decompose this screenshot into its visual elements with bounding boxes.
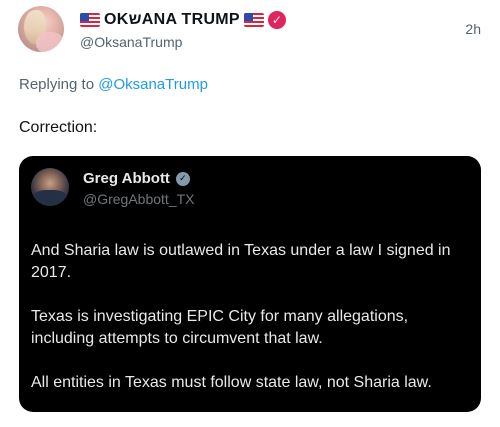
post-timestamp[interactable]: 2h <box>465 21 481 37</box>
quoted-author-name-row: Greg Abbott ✓ <box>83 170 190 187</box>
replying-to-label: Replying to <box>19 76 95 93</box>
replying-to: Replying to @OksanaTrump <box>19 76 208 93</box>
quoted-author-avatar[interactable] <box>31 168 69 206</box>
quoted-post-paragraph: And Sharia law is outlawed in Texas unde… <box>31 242 451 281</box>
quoted-post-paragraph: All entities in Texas must follow state … <box>31 374 432 391</box>
quoted-author-handle[interactable]: @GregAbbott_TX <box>83 191 195 207</box>
quoted-author-display-name[interactable]: Greg Abbott <box>83 170 170 187</box>
quoted-post-paragraph: Texas is investigating EPIC City for man… <box>31 308 409 347</box>
author-display-name[interactable]: OKשANA TRUMP <box>104 11 240 29</box>
author-handle[interactable]: @OksanaTrump <box>80 34 182 50</box>
quoted-post[interactable]: Greg Abbott ✓ @GregAbbott_TX And Sharia … <box>19 156 481 412</box>
government-badge-icon[interactable]: ✓ <box>175 171 190 186</box>
us-flag-icon <box>243 13 264 27</box>
post: OKשANA TRUMP ✓ @OksanaTrump 2h Replying … <box>0 0 500 427</box>
us-flag-icon <box>80 13 100 27</box>
quoted-post-body: And Sharia law is outlawed in Texas unde… <box>31 240 471 394</box>
author-avatar[interactable] <box>18 6 64 52</box>
post-text: Correction: <box>19 119 98 136</box>
author-name-row: OKשANA TRUMP ✓ <box>80 9 286 31</box>
verified-check-icon[interactable]: ✓ <box>267 11 286 29</box>
replying-to-handle-link[interactable]: @OksanaTrump <box>98 76 208 93</box>
